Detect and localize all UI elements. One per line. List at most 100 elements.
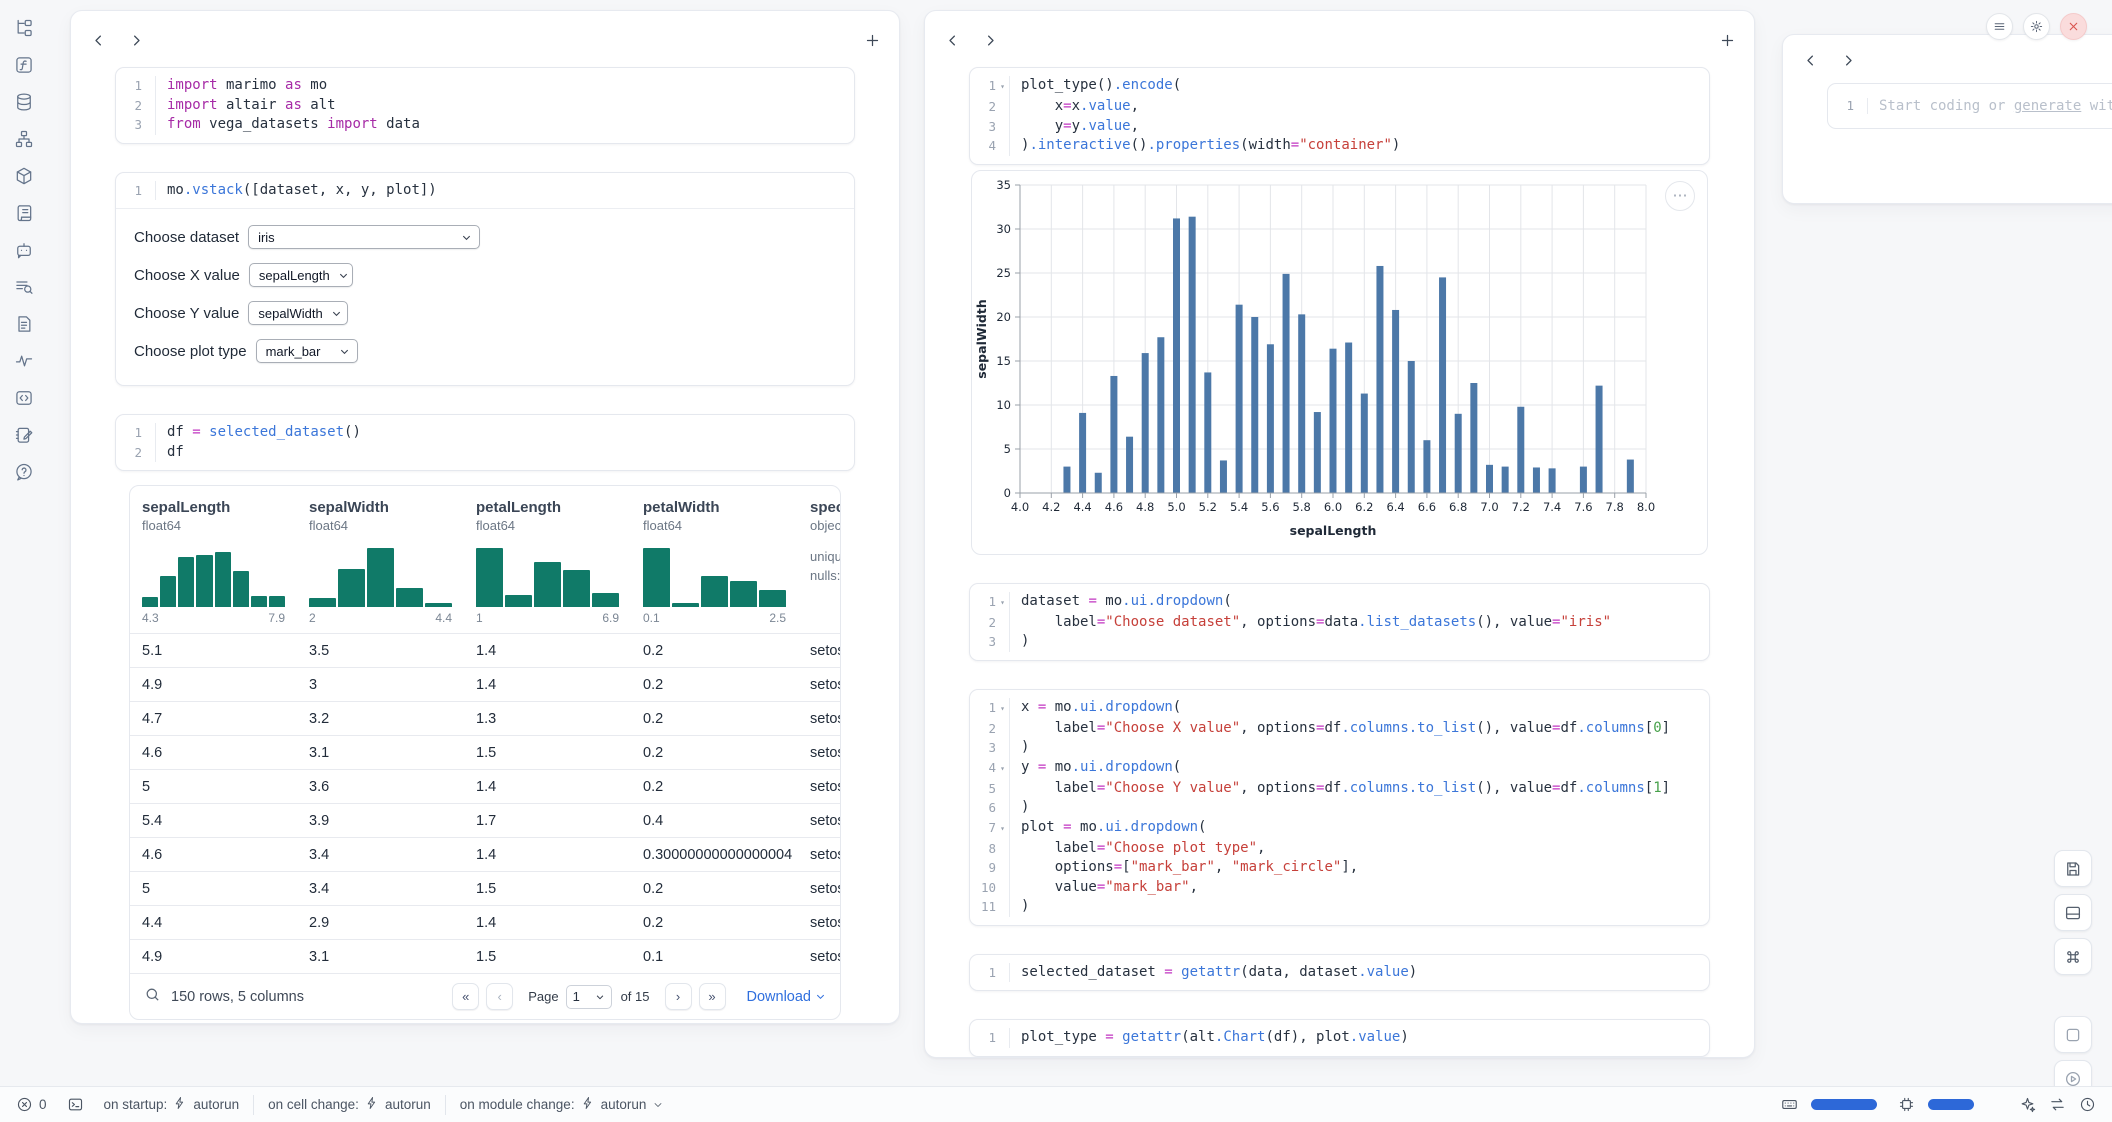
dropdown-control-row: Choose Y valuesepalWidth [134,301,836,325]
search-icon[interactable] [144,986,161,1008]
chevron-left-icon[interactable] [85,27,111,53]
sidebar-package-icon[interactable] [10,162,38,190]
code-editor[interactable]: 1df = selected_dataset()2df [116,415,854,470]
fold-chevron-icon[interactable]: ▾ [996,818,1009,839]
dropdown-select[interactable]: sepalLength [249,263,353,287]
line-number: 1 [970,592,996,613]
code-line: 5 label="Choose Y value", options=df.col… [970,779,1709,799]
sidebar-dependency-graph-icon[interactable] [10,125,38,153]
last-page-button[interactable]: » [699,983,726,1010]
code-editor[interactable]: 1mo.vstack([dataset, x, y, plot]) [116,173,854,209]
code-line: 2import altair as alt [116,96,854,116]
statusbar-runtime-setting[interactable]: on startup:autorun [94,1087,250,1122]
table-cell: 3.1 [297,736,464,769]
code-editor[interactable]: 1import marimo as mo2import altair as al… [116,68,854,143]
dropdown-label: Choose X value [134,267,240,284]
download-button[interactable]: Download [747,989,827,1005]
script-icon [14,203,34,223]
column-header[interactable]: petalLengthfloat6416.9 [464,486,631,633]
first-page-button[interactable]: « [452,983,479,1010]
code-editor[interactable]: 1plot_type = getattr(alt.Chart(df), plot… [970,1020,1709,1056]
code-editor[interactable]: 1▾x = mo.ui.dropdown(2 label="Choose X v… [970,690,1709,925]
sidebar-help-icon[interactable] [10,458,38,486]
code-line: 9 options=["mark_bar", "mark_circle"], [970,858,1709,878]
menu-icon[interactable] [1986,13,2013,40]
chevron-right-icon[interactable] [1835,47,1861,73]
column-histogram [476,545,619,607]
histogram-bar [505,595,532,607]
add-cell-icon[interactable] [859,27,885,53]
history-clock-icon[interactable] [2079,1096,2096,1113]
chevron-left-icon[interactable] [939,27,965,53]
setting-value: autorun [385,1097,431,1112]
histogram-bar [563,570,590,607]
bar-mark [1408,361,1415,493]
keyboard-icon[interactable] [1781,1096,1798,1113]
next-page-button[interactable]: › [665,983,692,1010]
code-editor[interactable]: 1▾dataset = mo.ui.dropdown(2 label="Choo… [970,584,1709,660]
dropdown-select[interactable]: iris [248,225,480,249]
sidebar-activity-icon[interactable] [10,347,38,375]
sidebar-notepad-icon[interactable] [10,421,38,449]
fold-chevron-icon [996,613,1009,633]
scratchpad-icon[interactable] [2054,1016,2092,1053]
sidebar-file-tree-icon[interactable] [10,14,38,42]
swap-arrows-icon[interactable] [2049,1096,2066,1113]
code-editor[interactable]: 1▾plot_type().encode(2 x=x.value,3 y=y.v… [970,68,1709,164]
terminal-icon[interactable] [57,1087,94,1122]
add-cell-icon[interactable] [1714,27,1740,53]
fold-chevron-icon[interactable]: ▾ [996,76,1009,97]
statusbar-runtime-setting[interactable]: on cell change: autorun [258,1087,441,1122]
fold-chevron-icon[interactable]: ▾ [996,758,1009,779]
panel-layout-icon[interactable] [2054,894,2092,931]
sidebar-database-icon[interactable] [10,88,38,116]
chart-menu-icon[interactable]: ⋯ [1665,181,1695,211]
page-select[interactable]: 1 [566,985,612,1009]
table-cell: 2.9 [297,906,464,939]
database-icon [14,92,34,112]
bar-mark [1627,459,1634,492]
sparkle-icon[interactable] [2019,1096,2036,1113]
altair-bar-chart[interactable]: 4.04.24.44.64.85.05.25.45.65.86.06.26.46… [972,171,1710,549]
error-count[interactable]: 0 [16,1087,57,1122]
bar-mark [1314,412,1321,493]
chevron-right-icon[interactable] [977,27,1003,53]
fold-chevron-icon [996,97,1009,117]
dropdown-select[interactable]: sepalWidth [248,301,348,325]
prev-page-button[interactable]: ‹ [486,983,513,1010]
svg-text:7.0: 7.0 [1480,500,1498,514]
ai-editor-cell[interactable]: 1 Start coding or generate with [1827,83,2112,129]
sidebar-code-snippet-icon[interactable] [10,384,38,412]
chevron-left-icon[interactable] [1797,47,1823,73]
cpu-chip-icon[interactable] [1898,1096,1915,1113]
command-palette-icon[interactable] [2054,938,2092,975]
chevron-right-icon[interactable] [123,27,149,53]
fold-chevron-icon[interactable]: ▾ [996,698,1009,719]
sidebar-chat-bot-icon[interactable] [10,236,38,264]
sidebar-script-icon[interactable] [10,199,38,227]
sidebar-list-search-icon[interactable] [10,273,38,301]
statusbar-runtime-setting[interactable]: on module change:autorun [450,1087,675,1122]
column-header[interactable]: speciesobjectunique:nulls: [798,486,840,633]
generate-link[interactable]: generate [2014,98,2081,114]
bar-mark [1079,412,1086,492]
fold-chevron-icon[interactable]: ▾ [996,592,1009,613]
fold-chevron-icon [996,779,1009,799]
setting-label: on cell change: [268,1097,359,1112]
sidebar-document-icon[interactable] [10,310,38,338]
cell-output-table: sepalLengthfloat644.37.9sepalWidthfloat6… [129,485,841,1020]
line-number: 2 [970,613,996,633]
gear-icon[interactable] [2023,13,2050,40]
bar-mark [1549,468,1556,493]
close-icon[interactable] [2060,13,2087,40]
column-header[interactable]: sepalLengthfloat644.37.9 [130,486,297,633]
bar-mark [1220,460,1227,493]
save-icon[interactable] [2054,850,2092,887]
sidebar-function-icon[interactable] [10,51,38,79]
dropdown-select[interactable]: mark_bar [256,339,358,363]
bar-mark [1189,216,1196,492]
window-controls [1986,13,2087,40]
column-header[interactable]: sepalWidthfloat6424.4 [297,486,464,633]
code-editor[interactable]: 1selected_dataset = getattr(data, datase… [970,955,1709,991]
column-header[interactable]: petalWidthfloat640.12.5 [631,486,798,633]
